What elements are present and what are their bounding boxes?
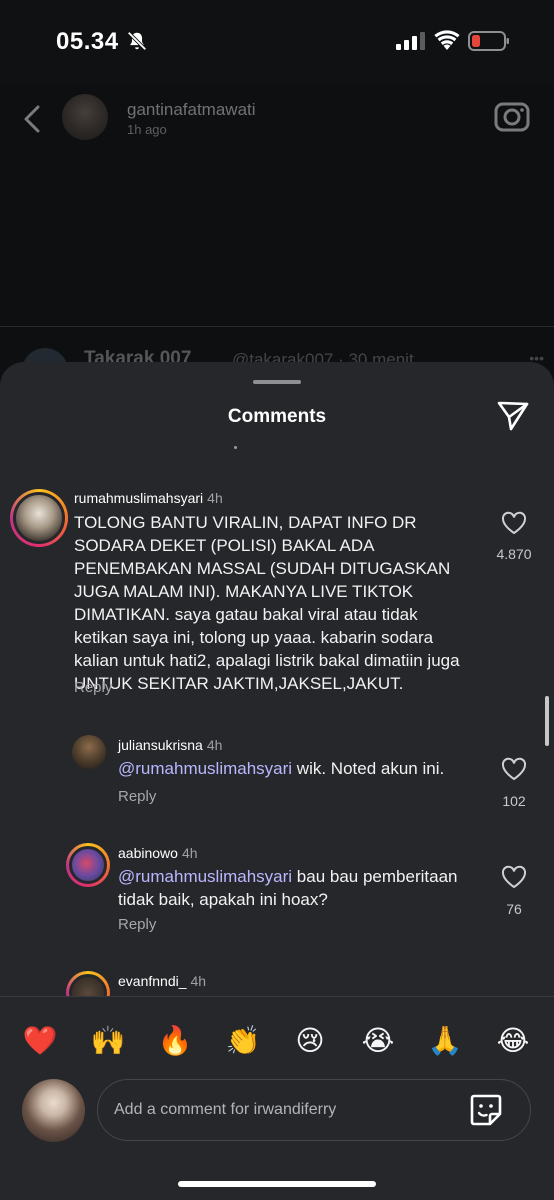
reaction-fire[interactable]: 🔥 [155, 1021, 195, 1061]
camera-icon[interactable] [492, 96, 532, 136]
reaction-laugh[interactable]: 😂 [493, 1021, 533, 1061]
comment-input-container[interactable] [97, 1079, 531, 1141]
reaction-clap[interactable]: 👏 [223, 1021, 263, 1061]
signal-icon [396, 32, 425, 50]
reaction-raised-hands[interactable]: 🙌 [88, 1021, 128, 1061]
reaction-sad[interactable]: 😢 [290, 1021, 330, 1061]
story-avatar[interactable] [62, 94, 108, 140]
reaction-heart[interactable]: ❤️ [20, 1021, 60, 1061]
home-indicator [178, 1181, 376, 1187]
status-time: 05.34 [56, 28, 119, 55]
current-user-avatar [22, 1079, 85, 1142]
comment-input[interactable] [114, 1080, 454, 1140]
comment-time: 4h [190, 973, 207, 989]
comment-username-text[interactable]: evanfnndi_ [118, 973, 187, 989]
status-bar: 05.34 [0, 0, 554, 84]
reaction-bar: ❤️ 🙌 🔥 👏 😢 😭 🙏 😂 [0, 1021, 554, 1061]
story-divider [0, 326, 554, 327]
comment-composer: ❤️ 🙌 🔥 👏 😢 😭 🙏 😂 [0, 996, 554, 1200]
scrollbar-thumb[interactable] [545, 696, 549, 746]
comment-reply-item: evanfnndi_ 4h [0, 362, 554, 1015]
reaction-crying[interactable]: 😭 [358, 1021, 398, 1061]
story-username[interactable]: gantinafatmawati [127, 100, 256, 120]
story-time: 1h ago [127, 122, 167, 137]
reaction-pray[interactable]: 🙏 [425, 1021, 465, 1061]
story-header: gantinafatmawati 1h ago [0, 84, 554, 154]
bell-slash-icon [127, 31, 147, 51]
battery-low-icon [468, 31, 509, 51]
wifi-icon [434, 30, 460, 50]
sticker-icon[interactable] [468, 1092, 504, 1128]
comment-username[interactable]: evanfnndi_ 4h [118, 973, 206, 989]
back-chevron-icon[interactable] [20, 104, 44, 134]
